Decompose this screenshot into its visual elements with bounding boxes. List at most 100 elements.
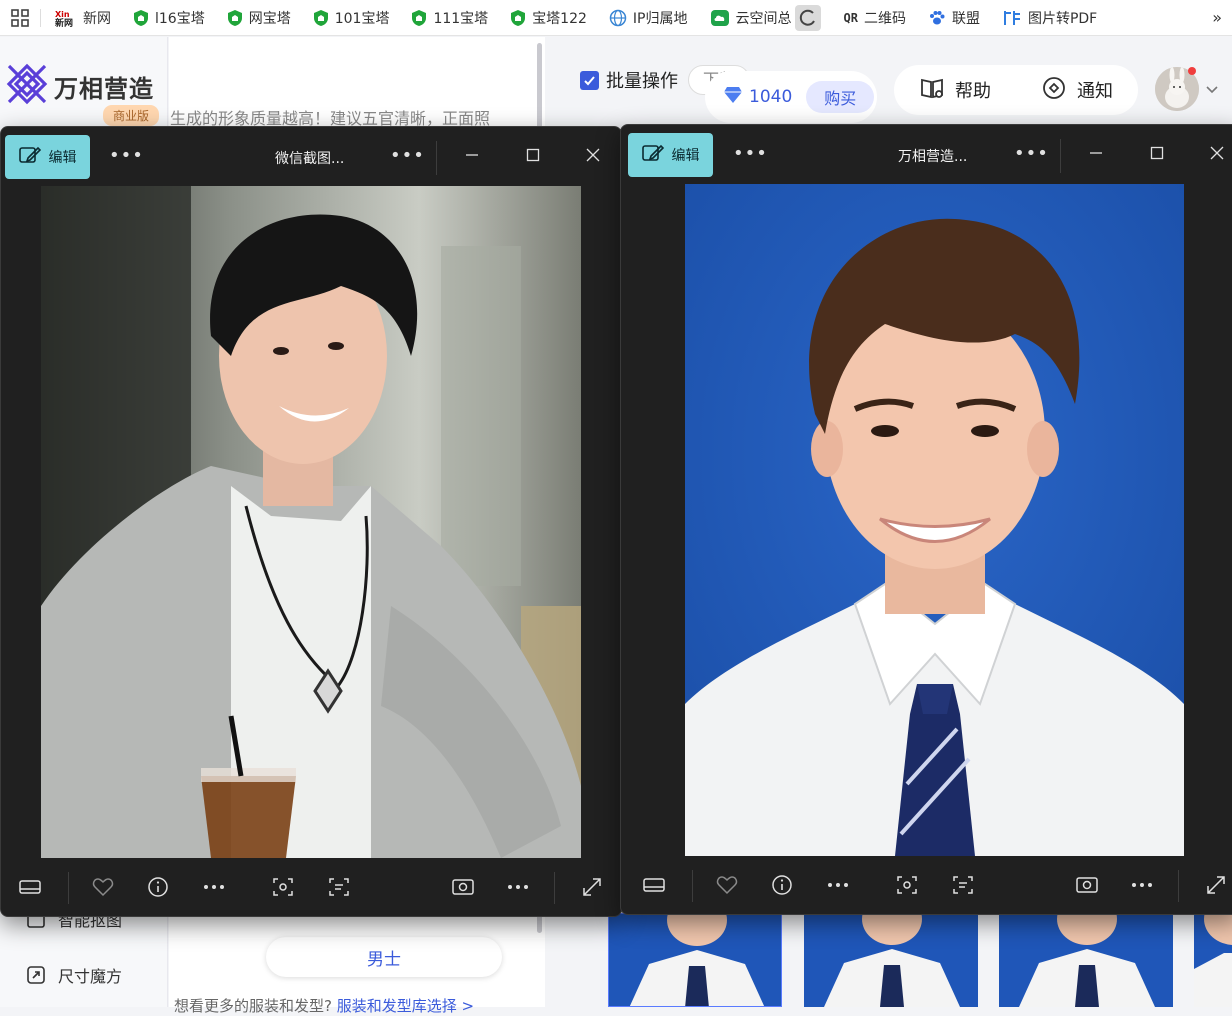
maximize-icon[interactable]: [521, 143, 545, 167]
info-icon[interactable]: [145, 874, 171, 900]
buy-button[interactable]: 购买: [806, 81, 875, 113]
result-thumbnails: [608, 913, 1232, 1007]
apps-grid-icon[interactable]: [0, 8, 40, 27]
favorite-heart-icon[interactable]: [90, 874, 116, 900]
slideshow-icon[interactable]: [450, 874, 476, 900]
filmstrip-icon[interactable]: [17, 874, 43, 900]
info-icon[interactable]: [769, 872, 795, 898]
edit-label: 编辑: [48, 150, 77, 166]
more-options-icon[interactable]: •••: [733, 145, 768, 163]
edit-button[interactable]: 编辑: [5, 135, 90, 179]
bookmark-xinnet[interactable]: Xin 新网 新网: [55, 8, 111, 28]
photo-viewer-window-left[interactable]: 编辑 ••• 微信截图... •••: [0, 126, 622, 917]
chevron-down-icon[interactable]: [1206, 83, 1218, 97]
title-menu-icon[interactable]: •••: [390, 147, 425, 165]
baota-shield-icon: [510, 9, 526, 27]
toolbar-divider: [68, 872, 69, 904]
bookmark-label: 云空间总: [735, 10, 792, 27]
filmstrip-icon[interactable]: [641, 872, 667, 898]
bookmark-ip-location[interactable]: IP归属地: [609, 8, 688, 28]
more-actions-icon[interactable]: [1129, 872, 1155, 898]
notification-icon: [1041, 75, 1067, 106]
pdf-icon: [1002, 9, 1022, 27]
fullscreen-icon[interactable]: [579, 874, 605, 900]
more-actions-icon[interactable]: [505, 874, 531, 900]
bookmarks-divider: [40, 8, 41, 27]
edit-button[interactable]: 编辑: [628, 133, 713, 177]
fullscreen-icon[interactable]: [1203, 872, 1229, 898]
site-logo[interactable]: 万相营造: [6, 63, 154, 109]
result-thumbnail[interactable]: [804, 913, 978, 1007]
bookmark-label: IP归属地: [632, 10, 688, 27]
minimize-icon[interactable]: [460, 143, 484, 167]
bookmark-alliance[interactable]: 联盟: [928, 8, 980, 28]
notify-button[interactable]: 通知: [1041, 75, 1113, 106]
bookmark-111-baota[interactable]: 111宝塔: [411, 8, 488, 28]
bookmark-label: 宝塔122: [532, 10, 587, 27]
more-styles-note: 想看更多的服装和发型? 服装和发型库选择 >: [174, 995, 474, 1016]
bookmark-label: 新网: [83, 10, 111, 27]
bookmark-qrcode[interactable]: QR 二维码: [844, 8, 906, 28]
text-recognition-icon[interactable]: [326, 874, 352, 900]
edit-image-icon: [18, 145, 41, 169]
maximize-icon[interactable]: [1145, 141, 1169, 165]
casual-portrait-photo: [41, 186, 581, 858]
nav-item-size-magic[interactable]: 尺寸魔方: [26, 963, 122, 987]
close-icon[interactable]: [581, 143, 605, 167]
viewer-file-name: 万相营造...: [898, 149, 968, 165]
toolbar-divider: [1178, 870, 1179, 902]
result-thumbnail[interactable]: [999, 913, 1173, 1007]
bookmark-l16-baota[interactable]: l16宝塔: [133, 8, 205, 28]
baota-shield-icon: [313, 9, 329, 27]
checkbox-checked-icon[interactable]: [580, 70, 599, 90]
gender-option-male[interactable]: 男士: [266, 937, 502, 977]
bookmark-cloud-space[interactable]: 云空间总: [710, 4, 822, 32]
baota-shield-icon: [227, 9, 243, 27]
help-notify-box: 帮助 通知: [894, 65, 1138, 115]
favorite-heart-icon[interactable]: [714, 872, 740, 898]
viewer-toolbar: [1, 858, 621, 916]
bookmark-label: 101宝塔: [334, 10, 390, 27]
viewer-toolbar: [621, 856, 1232, 914]
minimize-icon[interactable]: [1084, 141, 1108, 165]
more-options-icon[interactable]: •••: [109, 147, 144, 165]
bookmarks-overflow-button[interactable]: »: [1212, 8, 1222, 27]
viewer-titlebar[interactable]: 编辑 ••• 微信截图... •••: [1, 127, 621, 185]
more-styles-text: 想看更多的服装和发型?: [174, 997, 332, 1015]
refresh-icon: [794, 4, 822, 32]
baota-shield-icon: [133, 9, 149, 27]
visual-search-icon[interactable]: [270, 874, 296, 900]
bookmarks-bar: Xin 新网 新网 l16宝塔 网宝塔 101宝塔 111宝塔 宝塔122 IP归…: [0, 0, 1232, 36]
bookmark-image-to-pdf[interactable]: 图片转PDF: [1002, 8, 1097, 28]
text-recognition-icon[interactable]: [950, 872, 976, 898]
photo-viewer-window-right[interactable]: 编辑 ••• 万相营造... •••: [620, 124, 1232, 915]
style-library-link[interactable]: 服装和发型库选择 >: [337, 997, 474, 1015]
edition-badge: 商业版: [103, 105, 160, 126]
slideshow-icon[interactable]: [1074, 872, 1100, 898]
toolbar-divider: [692, 870, 693, 902]
edit-label: 编辑: [671, 148, 700, 164]
xinnet-icon: Xin 新网: [55, 9, 77, 27]
visual-search-icon[interactable]: [894, 872, 920, 898]
more-tools-icon[interactable]: [201, 874, 227, 900]
titlebar-divider: [436, 141, 437, 175]
result-thumbnail[interactable]: [1194, 913, 1232, 1007]
batch-operation-label: 批量操作: [606, 71, 678, 92]
cloud-icon: [710, 9, 730, 27]
id-photo-result: [685, 184, 1184, 856]
viewer-titlebar[interactable]: 编辑 ••• 万相营造... •••: [621, 125, 1232, 183]
bookmark-101-baota[interactable]: 101宝塔: [313, 8, 390, 28]
edit-image-icon: [641, 143, 664, 167]
bookmark-baota-122[interactable]: 宝塔122: [510, 8, 587, 28]
bookmark-label: 网宝塔: [248, 10, 291, 27]
batch-operation-toggle[interactable]: 批量操作: [580, 67, 678, 93]
help-label: 帮助: [955, 81, 991, 102]
close-icon[interactable]: [1205, 141, 1229, 165]
viewer-file-name: 微信截图...: [275, 151, 345, 167]
bookmark-wang-baota[interactable]: 网宝塔: [227, 8, 291, 28]
result-thumbnail[interactable]: [608, 913, 782, 1007]
more-tools-icon[interactable]: [825, 872, 851, 898]
help-button[interactable]: 帮助: [919, 76, 991, 105]
title-menu-icon[interactable]: •••: [1014, 145, 1049, 163]
notify-label: 通知: [1077, 81, 1113, 102]
